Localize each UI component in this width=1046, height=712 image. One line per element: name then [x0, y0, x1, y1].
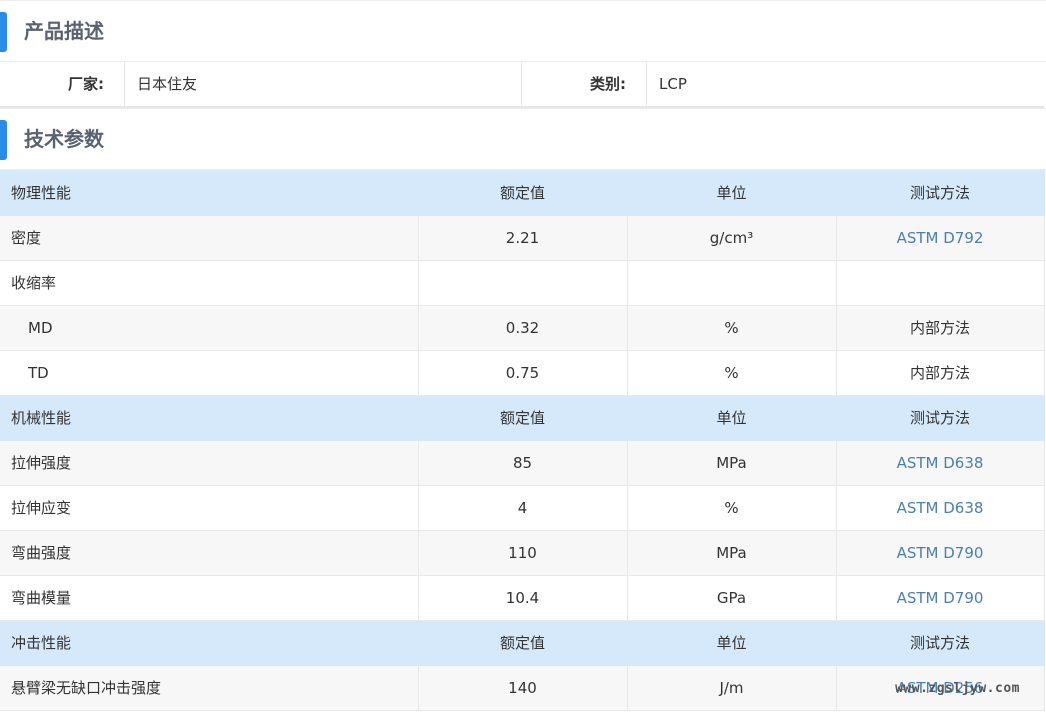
test-method: 内部方法: [836, 350, 1045, 396]
property-value: 4: [418, 485, 628, 531]
test-method: [836, 260, 1045, 306]
product-description-header: 产品描述: [0, 0, 1046, 62]
table-row: 密度 2.21 g/cm³ ASTM D792: [0, 215, 1045, 261]
table-row: 拉伸应变 4% ASTM D638: [0, 485, 1045, 531]
property-unit: J/m: [627, 665, 837, 711]
section-title: 技术参数: [24, 127, 104, 151]
spec-table: 物理性能 额定值 单位 测试方法 密度 2.21 g/cm³ ASTM D792 收缩率 MD 0.…: [0, 170, 1045, 711]
category-label: 类别:: [522, 62, 647, 106]
test-method-link[interactable]: ASTM D638: [836, 485, 1045, 531]
table-row: 弯曲模量 10.4 GPa ASTM D790: [0, 575, 1045, 621]
unit-header: 单位: [627, 395, 837, 441]
test-method-link[interactable]: ASTM D790: [836, 575, 1045, 621]
property-name: 悬臂梁无缺口冲击强度: [0, 665, 419, 711]
property-unit: [627, 260, 837, 306]
property-unit: MPa: [627, 440, 837, 486]
maker-value: 日本住友: [125, 62, 522, 106]
property-name: 密度: [0, 215, 419, 261]
section-accent-bar: [0, 120, 7, 160]
table-row: 悬臂梁无缺口冲击强度 140 J/m ASTM D256: [0, 665, 1045, 711]
property-unit: %: [627, 485, 837, 531]
property-unit: %: [627, 305, 837, 351]
test-method: 内部方法: [836, 305, 1045, 351]
unit-header: 单位: [627, 620, 837, 666]
section-accent-bar: [0, 12, 7, 52]
property-name: 弯曲强度: [0, 530, 419, 576]
property-unit: MPa: [627, 530, 837, 576]
watermark-text: www.zgsljyw.com: [895, 681, 1020, 696]
property-unit: GPa: [627, 575, 837, 621]
table-row: MD 0.32% 内部方法: [0, 305, 1045, 351]
test-method-link[interactable]: ASTM D792: [836, 215, 1045, 261]
group-name: 冲击性能: [0, 620, 419, 666]
property-unit: g/cm³: [627, 215, 837, 261]
maker-label: 厂家:: [0, 62, 125, 106]
unit-header: 单位: [627, 170, 837, 216]
table-row: 拉伸强度 85 MPa ASTM D638: [0, 440, 1045, 486]
property-value: [418, 260, 628, 306]
category-value: LCP: [659, 75, 687, 93]
group-header-row: 物理性能 额定值 单位 测试方法: [0, 170, 1045, 216]
property-value: 0.75: [418, 350, 628, 396]
table-row: 收缩率: [0, 260, 1045, 306]
table-row: 弯曲强度 110 MPa ASTM D790: [0, 530, 1045, 576]
technical-parameters-header: 技术参数: [0, 108, 1046, 170]
table-row: TD 0.75% 内部方法: [0, 350, 1045, 396]
property-name: 弯曲模量: [0, 575, 419, 621]
property-name: 拉伸应变: [0, 485, 419, 531]
property-name: 拉伸强度: [0, 440, 419, 486]
property-value: 110: [418, 530, 628, 576]
test-method-link[interactable]: ASTM D790: [836, 530, 1045, 576]
property-value: 2.21: [418, 215, 628, 261]
rated-value-header: 额定值: [418, 620, 628, 666]
section-title: 产品描述: [24, 19, 104, 43]
vendor-row: 厂家: 日本住友 类别: LCP: [0, 62, 1044, 108]
property-unit: %: [627, 350, 837, 396]
test-method-link[interactable]: ASTM D638: [836, 440, 1045, 486]
test-method-header: 测试方法: [836, 395, 1045, 441]
rated-value-header: 额定值: [418, 395, 628, 441]
group-header-row: 机械性能 额定值 单位 测试方法: [0, 395, 1045, 441]
property-value: 85: [418, 440, 628, 486]
property-name: TD: [0, 350, 419, 396]
group-header-row: 冲击性能 额定值 单位 测试方法: [0, 620, 1045, 666]
test-method-header: 测试方法: [836, 170, 1045, 216]
test-method-header: 测试方法: [836, 620, 1045, 666]
property-value: 10.4: [418, 575, 628, 621]
rated-value-header: 额定值: [418, 170, 628, 216]
property-value: 0.32: [418, 305, 628, 351]
group-name: 机械性能: [0, 395, 419, 441]
property-name: MD: [0, 305, 419, 351]
property-value: 140: [418, 665, 628, 711]
group-name: 物理性能: [0, 170, 419, 216]
property-name: 收缩率: [0, 260, 419, 306]
